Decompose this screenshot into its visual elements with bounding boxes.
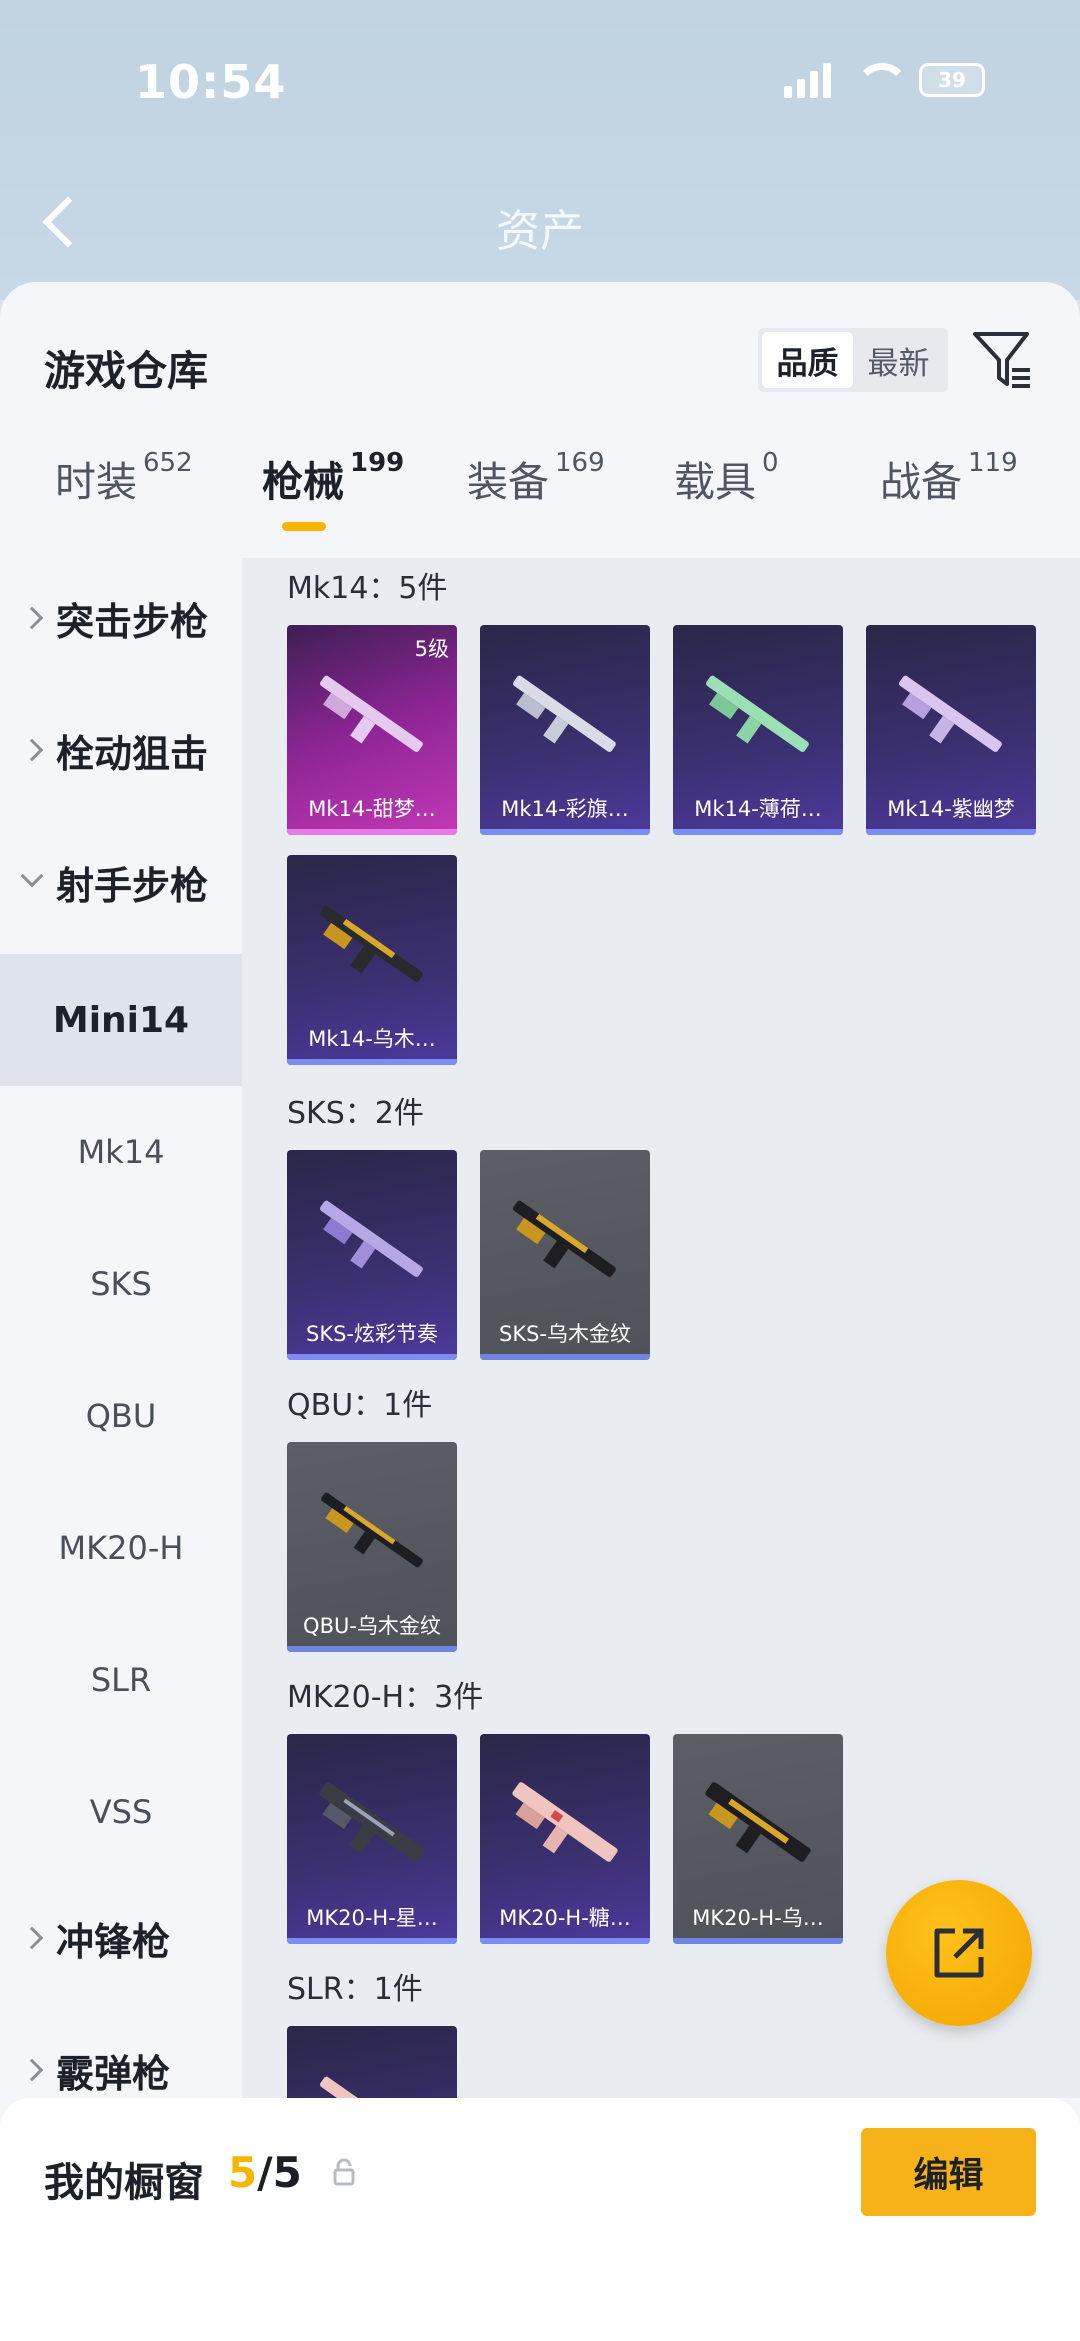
status-icons: 39 (784, 62, 985, 98)
sidebar-item-bolt-sniper[interactable]: 栓动狙击 (0, 690, 242, 810)
chevron-right-icon (20, 2058, 44, 2082)
weapon-card[interactable]: SKS-炫彩节奏 (287, 1150, 457, 1360)
tab-costume[interactable]: 时装 652 (55, 448, 193, 508)
sidebar-item-mini14[interactable]: Mini14 (0, 954, 242, 1086)
sort-newest[interactable]: 最新 (853, 332, 944, 388)
sidebar-item-mk14[interactable]: Mk14 (0, 1086, 242, 1218)
sidebar-item-assault-rifle[interactable]: 突击步枪 (0, 558, 242, 678)
active-tab-indicator (282, 522, 326, 531)
weapon-grid: Mk14：5件 5级 Mk14-甜梦… Mk14-彩旗… Mk14-薄荷… Mk… (242, 558, 1080, 2098)
weapon-card[interactable]: Mk14-乌木… (287, 855, 457, 1065)
group-title-mk20h: MK20-H：3件 (287, 1680, 484, 1715)
weapon-card[interactable]: Mk14-彩旗… (480, 625, 650, 835)
signal-icon (784, 62, 831, 98)
rifle-icon (513, 675, 616, 752)
sidebar-item-vss[interactable]: VSS (0, 1746, 242, 1878)
tab-vehicles[interactable]: 载具 0 (674, 448, 779, 508)
sheet-title: 游戏仓库 (44, 347, 208, 395)
rifle-icon (320, 905, 423, 982)
group-title-mk14: Mk14：5件 (287, 571, 448, 606)
share-icon (934, 1928, 984, 1978)
weapon-card[interactable] (287, 2026, 457, 2098)
rifle-icon (319, 1782, 425, 1862)
weapon-card[interactable]: MK20-H-星… (287, 1734, 457, 1944)
rifle-icon (512, 1782, 618, 1862)
weapon-card[interactable]: MK20-H-糖… (480, 1734, 650, 1944)
rifle-icon (320, 675, 423, 752)
sidebar-item-qbu[interactable]: QBU (0, 1350, 242, 1482)
tab-supplies[interactable]: 战备 119 (880, 448, 1018, 508)
top-header: 10:54 39 资产 (0, 0, 1080, 300)
rifle-icon (321, 1492, 423, 1568)
group-title-sks: SKS：2件 (287, 1096, 424, 1131)
category-tabs: 时装 652 枪械 199 装备 169 载具 0 战备 119 (0, 432, 1080, 552)
weapon-card[interactable]: Mk14-薄荷… (673, 625, 843, 835)
edit-button[interactable]: 编辑 (861, 2128, 1036, 2216)
rifle-icon (899, 675, 1002, 752)
group-title-qbu: QBU：1件 (287, 1388, 433, 1423)
sort-toggle: 品质 最新 (758, 328, 948, 392)
chevron-right-icon (20, 1926, 44, 1950)
wifi-icon (853, 63, 909, 97)
showcase-count: 5/5 (228, 2148, 302, 2197)
chevron-right-icon (20, 738, 44, 762)
rifle-icon (705, 1782, 811, 1862)
lock-icon (333, 2158, 355, 2186)
rifle-icon (513, 1200, 616, 1277)
weapon-category-sidebar: 突击步枪 栓动狙击 射手步枪 Mini14 Mk14 SKS QBU MK20-… (0, 558, 242, 2098)
tab-guns[interactable]: 枪械 199 (262, 448, 404, 508)
status-time: 10:54 (135, 55, 287, 109)
sidebar-item-marksman-rifle[interactable]: 射手步枪 (0, 822, 242, 942)
sort-quality[interactable]: 品质 (762, 332, 853, 388)
weapon-card[interactable]: SKS-乌木金纹 (480, 1150, 650, 1360)
sidebar-item-slr[interactable]: SLR (0, 1614, 242, 1746)
sidebar-item-sks[interactable]: SKS (0, 1218, 242, 1350)
sidebar-item-mk20h[interactable]: MK20-H (0, 1482, 242, 1614)
rifle-icon (706, 675, 809, 752)
share-fab-button[interactable] (886, 1880, 1032, 2026)
group-title-slr: SLR：1件 (287, 1972, 423, 2007)
chevron-down-icon (20, 864, 44, 888)
battery-icon: 39 (919, 63, 985, 97)
weapon-card[interactable]: 5级 Mk14-甜梦… (287, 625, 457, 835)
rifle-icon (320, 1200, 423, 1277)
chevron-right-icon (20, 606, 44, 630)
page-title: 资产 (496, 206, 584, 257)
weapon-card[interactable]: MK20-H-乌… (673, 1734, 843, 1944)
rifle-icon (320, 2076, 423, 2098)
sidebar-item-smg[interactable]: 冲锋枪 (0, 1878, 242, 1998)
tab-equipment[interactable]: 装备 169 (467, 448, 605, 508)
filter-icon[interactable] (972, 328, 1034, 392)
showcase-bar: 我的橱窗 5/5 编辑 (0, 2098, 1080, 2341)
showcase-title: 我的橱窗 (44, 2160, 204, 2206)
weapon-card[interactable]: QBU-乌木金纹 (287, 1442, 457, 1652)
weapon-card[interactable]: Mk14-紫幽梦 (866, 625, 1036, 835)
